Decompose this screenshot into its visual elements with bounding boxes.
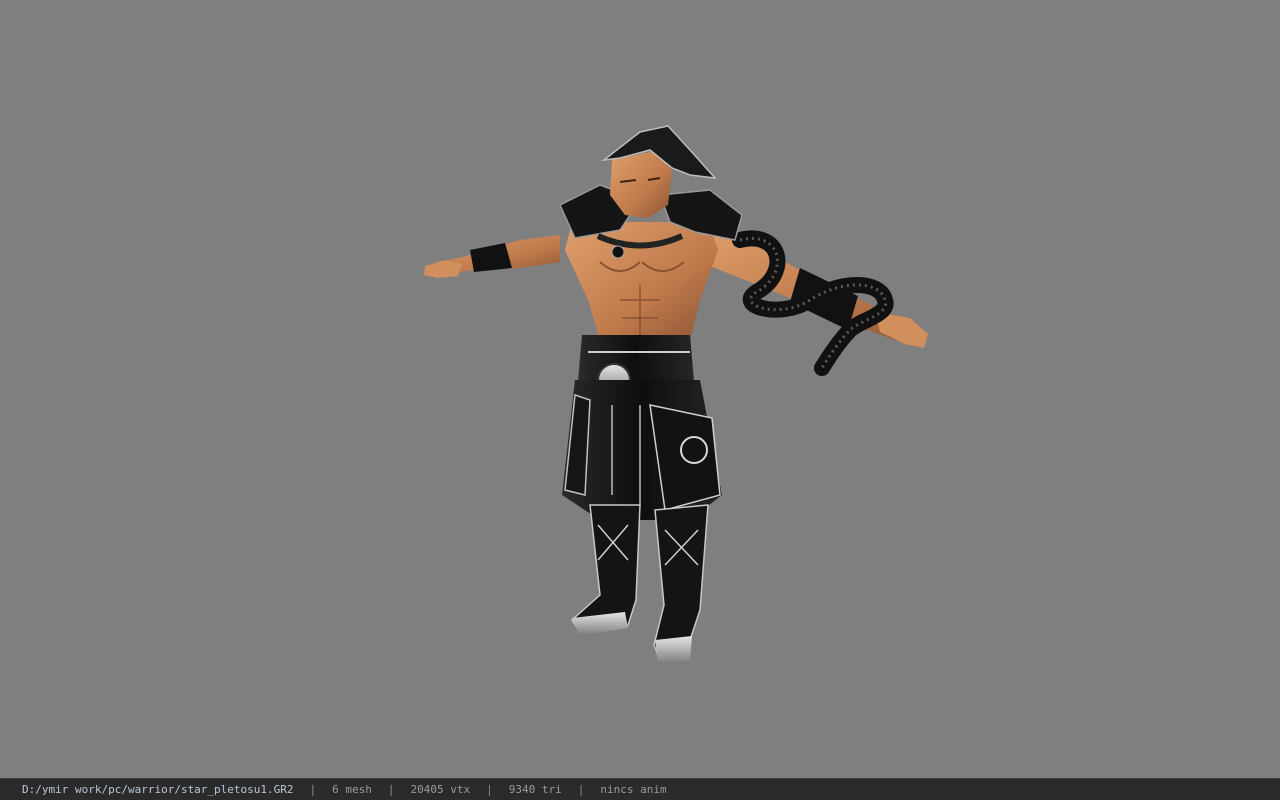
file-path: D:/ymir work/pc/warrior/star_pletosu1.GR… — [22, 783, 294, 796]
status-bar: D:/ymir work/pc/warrior/star_pletosu1.GR… — [0, 778, 1280, 800]
triangle-count: 9340 tri — [508, 783, 562, 796]
vertex-count: 20405 vtx — [410, 783, 471, 796]
left-arm — [424, 235, 560, 278]
legs — [571, 504, 709, 664]
mesh-count: 6 mesh — [332, 783, 372, 796]
right-arm — [700, 225, 928, 376]
separator: | — [577, 783, 585, 796]
character-model[interactable] — [0, 0, 1280, 778]
waist-armor — [562, 335, 722, 520]
torso — [565, 222, 718, 340]
separator: | — [309, 783, 317, 796]
separator: | — [387, 783, 395, 796]
3d-viewport[interactable] — [0, 0, 1280, 778]
separator: | — [486, 783, 493, 796]
animation-status: nincs anim — [600, 783, 667, 796]
